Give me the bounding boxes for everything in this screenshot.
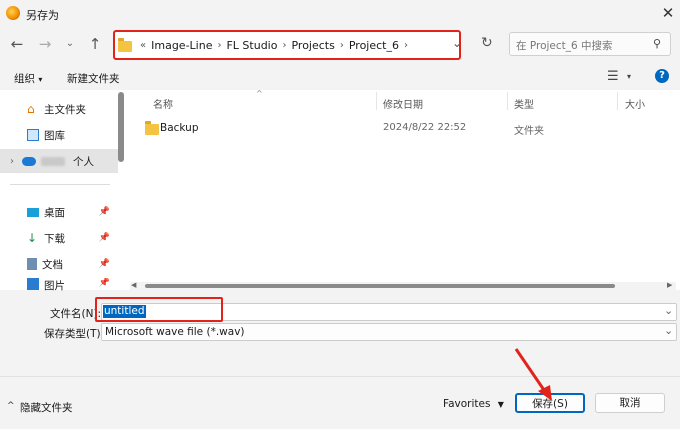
chevron-down-icon[interactable]: ⌄	[664, 324, 673, 337]
file-modified: 2024/8/22 22:52	[383, 122, 467, 133]
pin-icon[interactable]: 📌	[99, 233, 110, 243]
caret-down-icon: ▼	[497, 400, 504, 409]
search-placeholder: 在 Project_6 中搜索	[516, 40, 613, 52]
favorites-label: Favorites	[443, 398, 491, 410]
filetype-label: 保存类型(T):	[44, 328, 105, 340]
sidebar-divider	[10, 184, 110, 185]
column-header-name[interactable]: 名称	[153, 96, 173, 111]
view-options-icon[interactable]: ☰	[607, 69, 619, 84]
pin-icon[interactable]: 📌	[99, 278, 110, 288]
sidebar-item-label: 文档	[42, 258, 63, 271]
favorites-dropdown[interactable]: Favorites ▼	[443, 398, 504, 410]
arrow-up-icon[interactable]: ↑	[86, 35, 104, 53]
sidebar-item-documents[interactable]: 文档 📌	[0, 252, 118, 276]
window-title: 另存为	[26, 9, 59, 22]
caret-up-icon[interactable]: ^	[7, 401, 15, 411]
filetype-value: Microsoft wave file (*.wav)	[105, 326, 245, 338]
pin-icon[interactable]: 📌	[99, 207, 110, 217]
help-icon[interactable]: ?	[655, 69, 669, 83]
sidebar-item-personal[interactable]: › 个人	[0, 149, 118, 173]
column-divider[interactable]	[376, 92, 377, 110]
cancel-button[interactable]: 取消	[595, 393, 665, 413]
column-header-modified[interactable]: 修改日期	[383, 96, 423, 111]
cloud-icon	[22, 156, 36, 166]
column-header-type[interactable]: 类型	[514, 96, 534, 111]
download-icon: ↓	[27, 231, 38, 245]
document-icon	[27, 258, 37, 270]
sidebar-item-gallery[interactable]: 图库	[0, 123, 118, 147]
file-type: 文件夹	[514, 126, 544, 137]
caret-down-icon: ▾	[38, 75, 43, 84]
annotation-arrow	[514, 348, 552, 401]
fl-studio-app-icon	[6, 6, 20, 20]
search-icon[interactable]: ⚲	[653, 37, 661, 50]
chevron-right-icon[interactable]: ›	[10, 156, 14, 167]
folder-icon	[118, 37, 132, 52]
column-divider[interactable]	[617, 92, 618, 110]
scroll-left-icon[interactable]: ◀	[131, 281, 136, 289]
chevron-right-icon[interactable]: ›	[280, 40, 288, 51]
sidebar-item-pictures[interactable]: 图片 📌	[0, 278, 118, 292]
organize-button[interactable]: 组织 ▾	[14, 71, 42, 86]
sidebar-item-label: 桌面	[44, 206, 65, 219]
folder-icon	[145, 121, 159, 135]
sidebar-item-label: 个人	[73, 155, 94, 168]
filename-label: 文件名(N):	[50, 308, 102, 320]
home-icon: ⌂	[27, 102, 35, 116]
desktop-icon	[27, 207, 39, 217]
caret-down-icon[interactable]: ▾	[627, 72, 631, 81]
chevron-down-icon[interactable]: ⌄	[664, 304, 673, 317]
file-name[interactable]: Backup	[160, 122, 199, 134]
column-header-size[interactable]: 大小	[625, 96, 645, 111]
refresh-icon[interactable]: ↻	[481, 35, 493, 51]
sidebar-item-label: 图库	[44, 129, 65, 142]
sidebar-item-label: 下载	[44, 232, 65, 245]
breadcrumb-item-project-6[interactable]: Project_6	[346, 39, 402, 52]
sidebar-item-desktop[interactable]: 桌面 📌	[0, 200, 118, 224]
sort-up-icon: ^	[256, 89, 263, 98]
sidebar-item-label: 图片	[44, 280, 65, 292]
blurred-account-name	[41, 156, 65, 166]
arrow-left-icon[interactable]: ←	[8, 35, 26, 53]
hide-folders-button[interactable]: 隐藏文件夹	[20, 400, 73, 415]
breadcrumb-item-projects[interactable]: Projects	[288, 39, 337, 52]
title-bar	[0, 0, 680, 28]
sidebar-item-home[interactable]: ⌂ 主文件夹	[0, 97, 118, 121]
sidebar-item-downloads[interactable]: ↓ 下载 📌	[0, 226, 118, 250]
sidebar-item-label: 主文件夹	[44, 103, 86, 116]
address-dropdown-icon[interactable]: ⌄	[452, 36, 462, 50]
arrow-right-icon[interactable]: →	[36, 35, 54, 53]
new-folder-button[interactable]: 新建文件夹	[67, 71, 120, 86]
close-icon[interactable]: ✕	[660, 4, 676, 22]
horizontal-scrollbar[interactable]	[145, 284, 615, 288]
scroll-right-icon[interactable]: ▶	[667, 281, 672, 289]
organize-label: 组织	[14, 73, 35, 85]
breadcrumb-item-fl-studio[interactable]: FL Studio	[223, 39, 280, 52]
chevron-right-icon[interactable]: ›	[215, 40, 223, 51]
chevron-right-icon[interactable]: ›	[402, 40, 410, 51]
footer-divider	[0, 376, 680, 377]
breadcrumb: « Image-Line › FL Studio › Projects › Pr…	[118, 37, 410, 53]
chevron-down-icon[interactable]: ⌄	[61, 35, 79, 53]
gallery-icon	[27, 129, 39, 141]
chevron-right-icon[interactable]: ›	[338, 40, 346, 51]
breadcrumb-item-image-line[interactable]: Image-Line	[148, 39, 215, 52]
column-divider[interactable]	[507, 92, 508, 110]
breadcrumb-prefix[interactable]: «	[138, 40, 148, 51]
highlight-box	[95, 297, 223, 322]
pin-icon[interactable]: 📌	[99, 259, 110, 269]
sidebar-scrollbar[interactable]	[118, 92, 124, 162]
picture-icon	[27, 278, 39, 290]
